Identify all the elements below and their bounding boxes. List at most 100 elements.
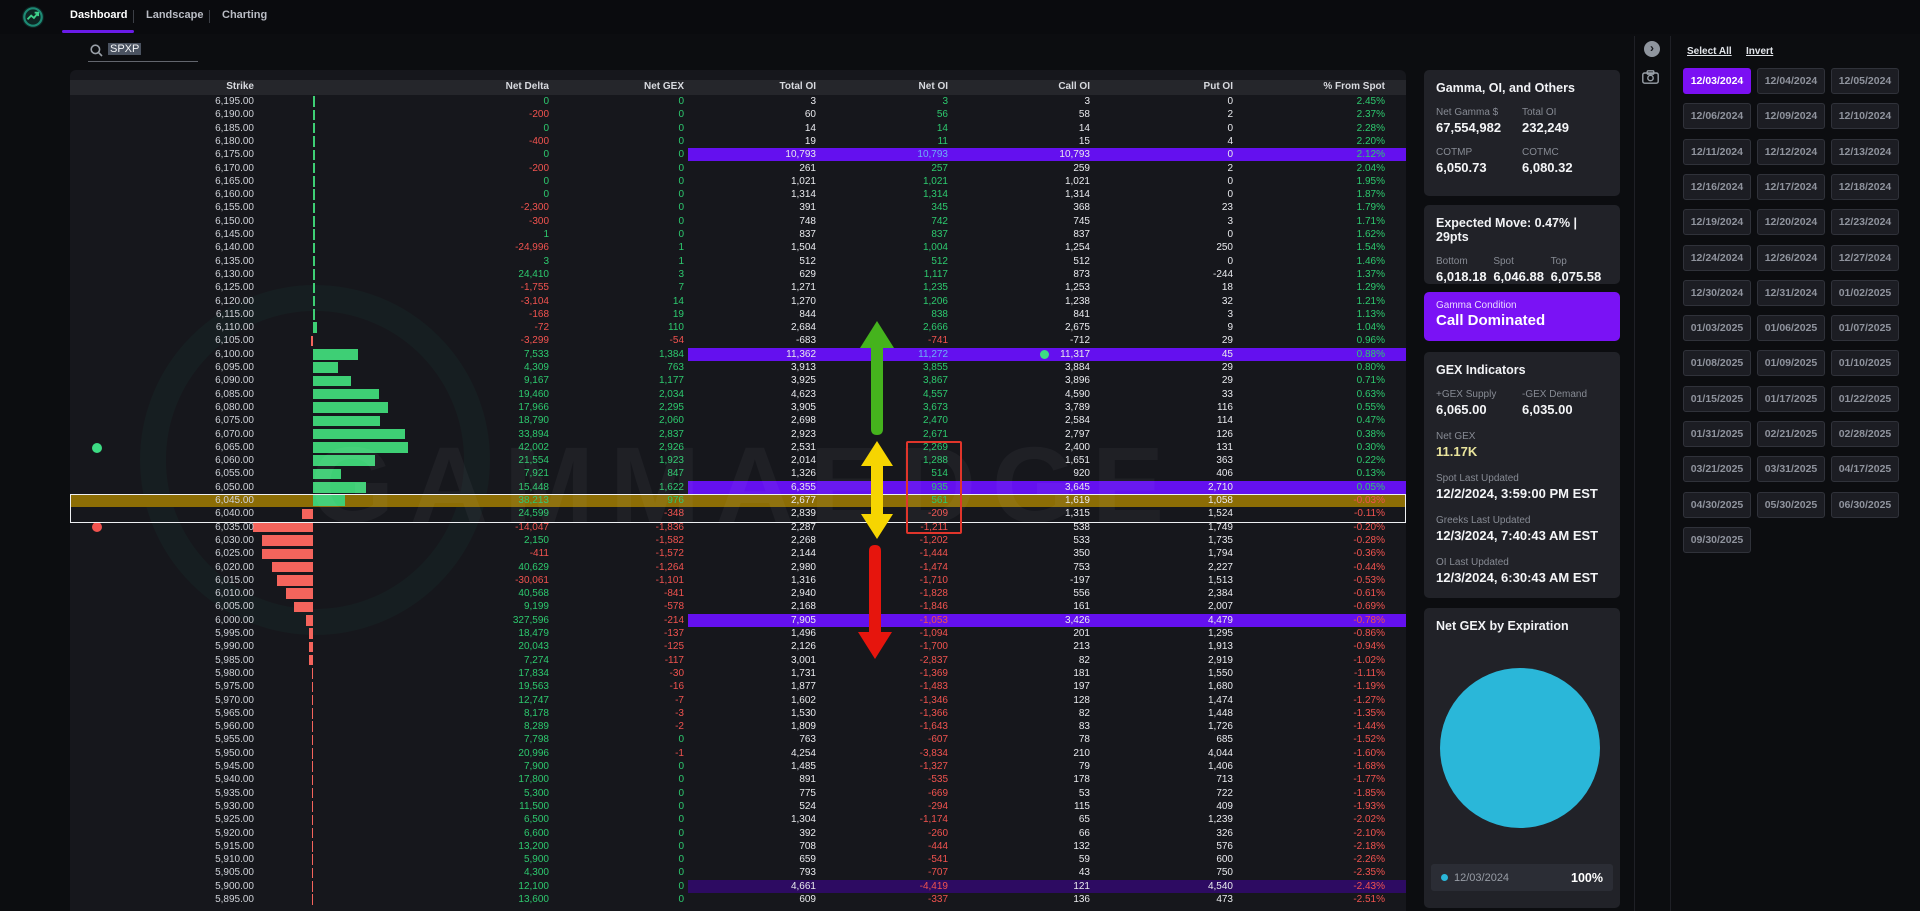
expiry-date-chip[interactable]: 12/18/2024 — [1831, 173, 1899, 200]
table-row[interactable]: 6,165.00 0 0 1,021 1,021 1,021 0 1.95% — [70, 175, 1406, 188]
table-row[interactable]: 6,020.00 40,629 -1,264 2,980 -1,474 753 2,227 -… — [70, 561, 1406, 574]
expiry-date-chip[interactable]: 02/21/2025 — [1757, 421, 1825, 447]
table-row[interactable]: 5,925.00 6,500 0 1,304 -1,174 65 1,239 -2.02% — [70, 813, 1406, 826]
expiry-date-chip[interactable]: 12/24/2024 — [1683, 244, 1751, 271]
table-row[interactable]: 5,990.00 20,043 -125 2,126 -1,700 213 1,913 -0.… — [70, 640, 1406, 653]
table-row[interactable]: 5,935.00 5,300 0 775 -669 53 722 -1.85% — [70, 787, 1406, 800]
tab-charting[interactable]: Charting — [222, 9, 267, 21]
tab-landscape[interactable]: Landscape — [146, 9, 203, 21]
expiry-date-chip[interactable]: 12/04/2024 — [1757, 68, 1825, 94]
table-row[interactable]: 5,940.00 17,800 0 891 -535 178 713 -1.77% — [70, 773, 1406, 786]
gammaedge-logo-icon[interactable] — [22, 6, 44, 28]
expiry-date-chip[interactable]: 01/31/2025 — [1683, 421, 1751, 447]
expiry-date-chip[interactable]: 04/17/2025 — [1831, 456, 1899, 483]
col-header-net-gex[interactable]: Net GEX — [584, 80, 684, 93]
expiry-date-chip[interactable]: 12/10/2024 — [1831, 103, 1899, 130]
col-header-strike[interactable]: Strike — [70, 80, 254, 93]
expiry-date-chip[interactable]: 12/05/2024 — [1831, 68, 1899, 94]
table-row[interactable]: 6,095.00 4,309 763 3,913 3,855 3,884 29 0.80% — [70, 361, 1406, 374]
table-row[interactable]: 5,930.00 11,500 0 524 -294 115 409 -1.93% — [70, 800, 1406, 813]
table-row[interactable]: 6,120.00 -3,104 14 1,270 1,206 1,238 32 1.21% — [70, 295, 1406, 308]
expiry-date-chip[interactable]: 12/13/2024 — [1831, 138, 1899, 165]
table-row[interactable]: 5,915.00 13,200 0 708 -444 132 576 -2.18% — [70, 840, 1406, 853]
table-row[interactable]: 6,105.00 -3,299 -54 -683 -741 -712 29 0.96% — [70, 334, 1406, 347]
screenshot-camera-icon[interactable] — [1642, 70, 1659, 89]
expiry-date-chip[interactable]: 01/02/2025 — [1831, 279, 1899, 306]
table-row[interactable]: 6,175.00 0 0 10,793 10,793 10,793 0 2.12% — [70, 148, 1406, 162]
expiry-date-chip[interactable]: 09/30/2025 — [1683, 526, 1751, 553]
pie-legend-row[interactable]: 12/03/2024 100% — [1431, 864, 1613, 891]
expiry-date-chip[interactable]: 12/09/2024 — [1757, 103, 1825, 130]
table-row[interactable]: 6,160.00 0 0 1,314 1,314 1,314 0 1.87% — [70, 188, 1406, 201]
table-row[interactable]: 6,060.00 21,554 1,923 2,014 1,288 1,651 363 0.2… — [70, 454, 1406, 467]
expiry-date-chip[interactable]: 12/30/2024 — [1683, 279, 1751, 306]
table-row[interactable]: 6,140.00 -24,996 1 1,504 1,004 1,254 250 1.54% — [70, 241, 1406, 254]
expiry-date-chip[interactable]: 12/20/2024 — [1757, 209, 1825, 236]
table-row[interactable]: 6,085.00 19,460 2,034 4,623 4,557 4,590 33 0.63… — [70, 388, 1406, 401]
symbol-search-input[interactable]: SPXP — [88, 40, 198, 62]
expiry-date-chip[interactable]: 12/23/2024 — [1831, 209, 1899, 236]
table-row[interactable]: 6,065.00 42,002 2,926 2,531 2,269 2,400 131 0.3… — [70, 441, 1406, 454]
table-row[interactable]: 5,995.00 18,479 -137 1,496 -1,094 201 1,295 -0.… — [70, 627, 1406, 640]
table-row[interactable]: 5,945.00 7,900 0 1,485 -1,327 79 1,406 -1.68% — [70, 760, 1406, 773]
expiry-date-chip[interactable]: 03/21/2025 — [1683, 456, 1751, 483]
expiry-date-chip[interactable]: 12/31/2024 — [1757, 279, 1825, 306]
expiry-date-chip[interactable]: 01/22/2025 — [1831, 385, 1899, 412]
table-row[interactable]: 6,135.00 3 1 512 512 512 0 1.46% — [70, 255, 1406, 268]
table-row[interactable]: 6,005.00 9,199 -578 2,168 -1,846 161 2,007 -0.6… — [70, 600, 1406, 613]
expiry-date-chip[interactable]: 06/30/2025 — [1831, 491, 1899, 518]
expiry-date-chip[interactable]: 03/31/2025 — [1757, 456, 1825, 483]
table-row[interactable]: 5,910.00 5,900 0 659 -541 59 600 -2.26% — [70, 853, 1406, 866]
col-header-total-oi[interactable]: Total OI — [716, 80, 816, 93]
expiry-date-chip[interactable]: 01/03/2025 — [1683, 315, 1751, 342]
table-row[interactable]: 6,195.00 0 0 3 3 3 0 2.45% — [70, 95, 1406, 108]
expiry-date-chip[interactable]: 02/28/2025 — [1831, 421, 1899, 447]
expiry-date-chip[interactable]: 01/10/2025 — [1831, 350, 1899, 377]
table-row[interactable]: 6,090.00 9,167 1,177 3,925 3,867 3,896 29 0.71% — [70, 374, 1406, 387]
table-row[interactable]: 6,035.00 -14,047 -1,836 2,287 -1,211 538 1,749… — [70, 521, 1406, 534]
table-row[interactable]: 6,100.00 7,533 1,384 11,362 11,272 11,317 45 0.… — [70, 347, 1406, 361]
expiry-date-chip[interactable]: 01/06/2025 — [1757, 315, 1825, 342]
table-row[interactable]: 5,970.00 12,747 -7 1,602 -1,346 128 1,474 -1.27… — [70, 694, 1406, 707]
table-row[interactable]: 5,955.00 7,798 0 763 -607 78 685 -1.52% — [70, 733, 1406, 746]
table-row[interactable]: 6,170.00 -200 0 261 257 259 2 2.04% — [70, 162, 1406, 175]
table-row[interactable]: 6,015.00 -30,061 -1,101 1,316 -1,710 -197 1,51… — [70, 574, 1406, 587]
expiry-date-chip[interactable]: 12/03/2024 — [1683, 68, 1751, 94]
table-row[interactable]: 5,960.00 8,289 -2 1,809 -1,643 83 1,726 -1.44% — [70, 720, 1406, 733]
col-header-net-oi[interactable]: Net OI — [848, 80, 948, 93]
table-row[interactable]: 6,010.00 40,568 -841 2,940 -1,828 556 2,384 -0.… — [70, 587, 1406, 600]
select-all-link[interactable]: Select All — [1687, 46, 1732, 57]
table-row[interactable]: 5,905.00 4,300 0 793 -707 43 750 -2.35% — [70, 866, 1406, 879]
table-row[interactable]: 5,975.00 19,563 -16 1,877 -1,483 197 1,680 -1.1… — [70, 680, 1406, 693]
table-row[interactable]: 6,110.00 -72 110 2,684 2,666 2,675 9 1.04% — [70, 321, 1406, 334]
expiry-date-chip[interactable]: 01/17/2025 — [1757, 385, 1825, 412]
table-row[interactable]: 6,040.00 24,599 -348 2,839 -209 1,315 1,524 -0.… — [70, 507, 1406, 520]
table-row[interactable]: 6,185.00 0 0 14 14 14 0 2.28% — [70, 122, 1406, 135]
expiry-date-chip[interactable]: 01/09/2025 — [1757, 350, 1825, 377]
table-row[interactable]: 5,950.00 20,996 -1 4,254 -3,834 210 4,044 -1.60… — [70, 747, 1406, 760]
table-row[interactable]: 6,025.00 -411 -1,572 2,144 -1,444 350 1,794 -0.… — [70, 547, 1406, 560]
table-row[interactable]: 6,055.00 7,921 847 1,326 514 920 406 0.13% — [70, 467, 1406, 480]
expiry-date-chip[interactable]: 12/12/2024 — [1757, 138, 1825, 165]
expiry-date-chip[interactable]: 12/17/2024 — [1757, 173, 1825, 200]
expiry-date-chip[interactable]: 12/16/2024 — [1683, 173, 1751, 200]
table-row[interactable]: 6,125.00 -1,755 7 1,271 1,235 1,253 18 1.29% — [70, 281, 1406, 294]
table-row[interactable]: 6,190.00 -200 0 60 56 58 2 2.37% — [70, 108, 1406, 121]
table-row[interactable]: 6,115.00 -168 19 844 838 841 3 1.13% — [70, 308, 1406, 321]
table-row[interactable]: 5,985.00 7,274 -117 3,001 -2,837 82 2,919 -1.02… — [70, 654, 1406, 667]
table-row[interactable]: 6,045.00 38,213 976 2,677 561 1,619 1,058 -0.03… — [70, 494, 1406, 508]
expiry-date-chip[interactable]: 05/30/2025 — [1757, 491, 1825, 518]
table-row[interactable]: 6,075.00 18,790 2,060 2,698 2,470 2,584 114 0.4… — [70, 414, 1406, 427]
expiry-date-chip[interactable]: 12/06/2024 — [1683, 103, 1751, 130]
table-row[interactable]: 6,130.00 24,410 3 629 1,117 873 -244 1.37% — [70, 268, 1406, 281]
table-row[interactable]: 6,180.00 -400 0 19 11 15 4 2.20% — [70, 135, 1406, 148]
tab-dashboard[interactable]: Dashboard — [70, 9, 127, 21]
expiry-date-chip[interactable]: 04/30/2025 — [1683, 491, 1751, 518]
expiry-date-chip[interactable]: 12/27/2024 — [1831, 244, 1899, 271]
col-header-pct-from-spot[interactable]: % From Spot — [1285, 80, 1385, 93]
table-row[interactable]: 6,000.00 327,596 -214 7,905 -1,053 3,426 4,479… — [70, 613, 1406, 627]
table-row[interactable]: 5,895.00 13,600 0 609 -337 136 473 -2.51% — [70, 893, 1406, 906]
col-header-put-oi[interactable]: Put OI — [1133, 80, 1233, 93]
table-row[interactable]: 6,070.00 33,894 2,837 2,923 2,671 2,797 126 0.3… — [70, 428, 1406, 441]
table-row[interactable]: 6,150.00 -300 0 748 742 745 3 1.71% — [70, 215, 1406, 228]
